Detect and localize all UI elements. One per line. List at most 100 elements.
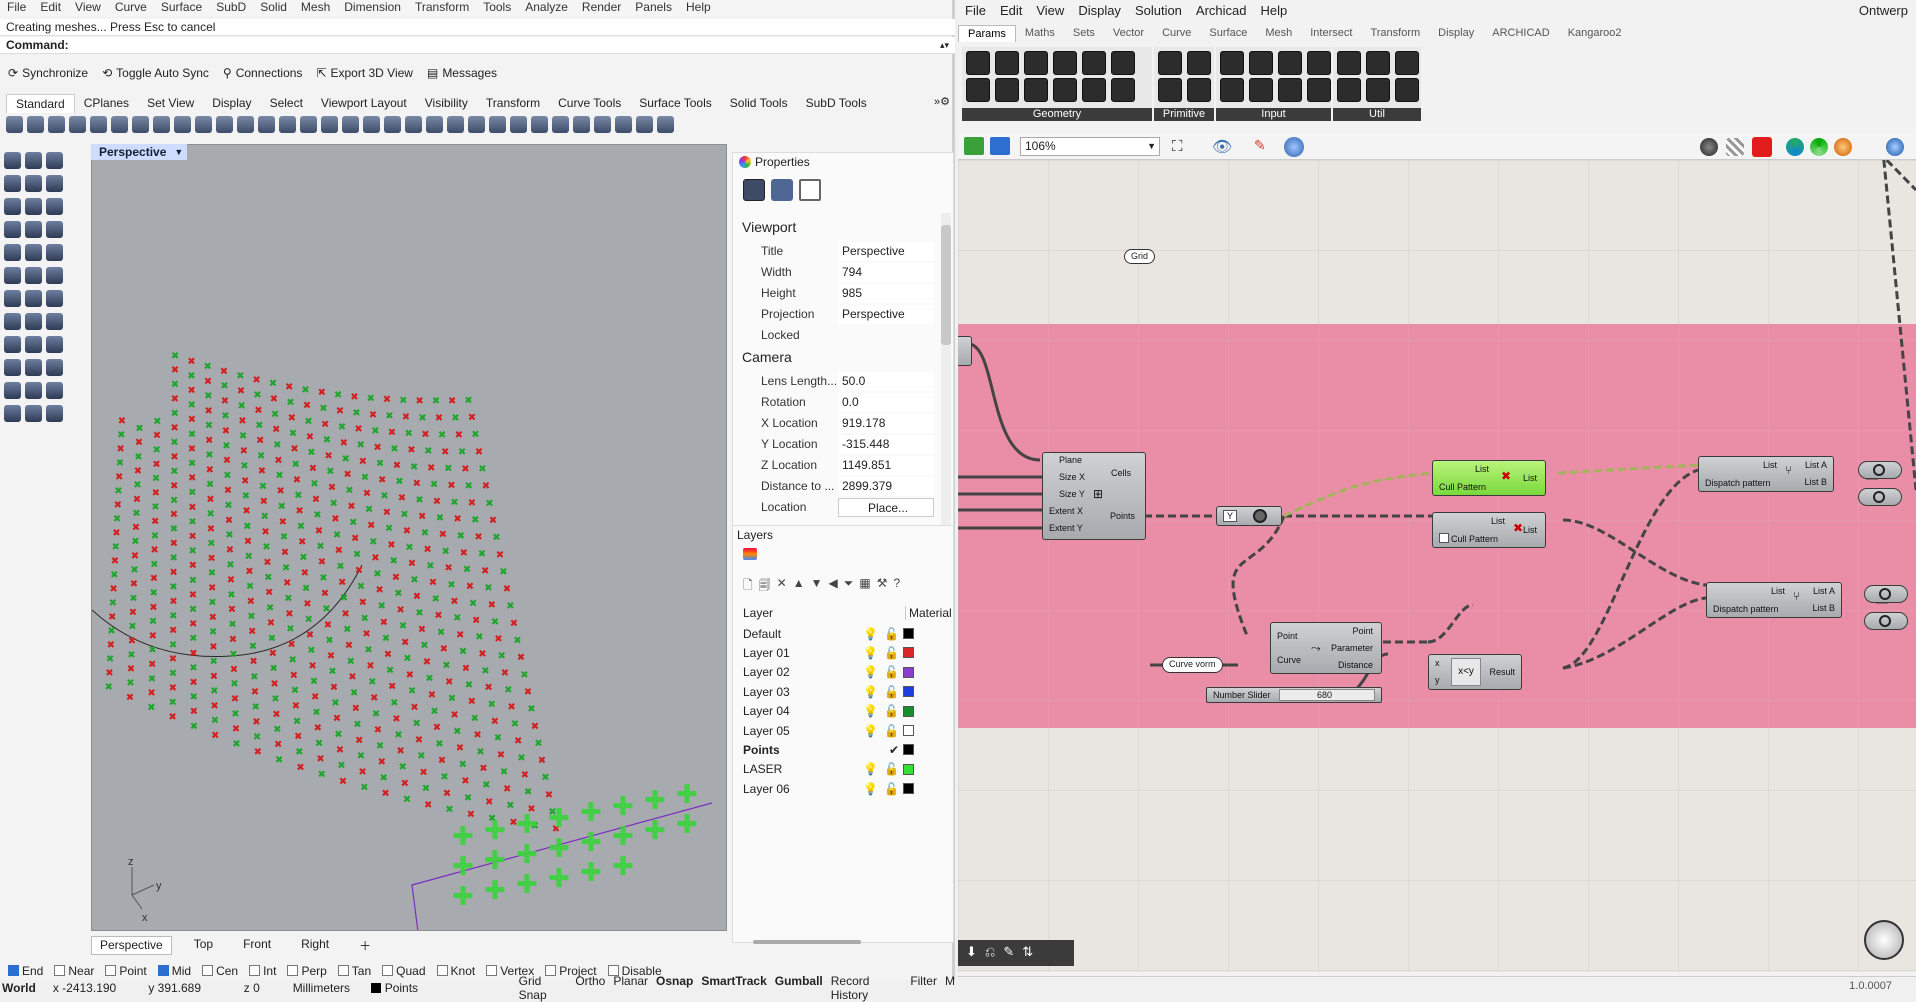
lock-icon[interactable]: 🔓 [884, 665, 899, 679]
left-tool-icon[interactable] [46, 175, 63, 192]
left-tool-icon[interactable] [25, 405, 42, 422]
viewport-title-tab[interactable]: Perspective ▼ [91, 144, 188, 160]
bulb-icon[interactable]: 💡 [863, 762, 878, 776]
gh-menu-display[interactable]: Display [1071, 3, 1128, 18]
lock-icon[interactable]: 🔓 [884, 704, 899, 718]
status-toggle-osnap[interactable]: Osnap [656, 974, 693, 1002]
zoom-extents-icon[interactable]: ⛶ [1172, 138, 1183, 155]
param-icon[interactable] [1307, 78, 1331, 102]
zoom-select[interactable]: 106% ▼ [1020, 137, 1160, 156]
param-icon[interactable] [966, 78, 990, 102]
toolbar-tool-icon[interactable] [636, 116, 653, 133]
param-icon[interactable] [1053, 51, 1077, 75]
tab-select[interactable]: Select [261, 94, 312, 113]
prop-value[interactable]: Perspective [838, 241, 934, 261]
layer-color-swatch[interactable] [903, 763, 914, 775]
param-icon[interactable] [1307, 51, 1331, 75]
move-left-icon[interactable]: ◀ [829, 576, 838, 597]
osnap-point[interactable]: Point [105, 964, 147, 978]
data-panel-1[interactable] [1858, 461, 1902, 479]
tab-standard[interactable]: Standard [6, 94, 75, 113]
layer-color-swatch[interactable] [903, 783, 914, 795]
status-toggle-record-history[interactable]: Record History [831, 974, 903, 1002]
gh-menu-solution[interactable]: Solution [1128, 3, 1189, 18]
command-scroll-icon[interactable]: ▴▾ [940, 37, 955, 53]
lock-icon[interactable]: 🔓 [884, 724, 899, 738]
left-tool-icon[interactable] [25, 221, 42, 238]
gh-menu-file[interactable]: File [958, 3, 993, 18]
param-icon[interactable] [1366, 51, 1390, 75]
toolbar-tool-icon[interactable] [468, 116, 485, 133]
left-tool-icon[interactable] [46, 313, 63, 330]
left-tool-icon[interactable] [25, 244, 42, 261]
layer-color-swatch[interactable] [903, 725, 914, 736]
param-icon[interactable] [1337, 51, 1361, 75]
left-tool-icon[interactable] [25, 359, 42, 376]
lock-icon[interactable]: 🔓 [884, 685, 899, 699]
menu-panels[interactable]: Panels [628, 0, 679, 16]
tools-icon[interactable]: ⚒ [877, 576, 888, 597]
tab-surface-tools[interactable]: Surface Tools [630, 94, 721, 113]
param-icon[interactable] [1395, 78, 1419, 102]
left-tool-icon[interactable] [46, 267, 63, 284]
gh-tab-kangaroo2[interactable]: Kangaroo2 [1559, 25, 1631, 42]
sketch-icon[interactable]: ✎ [1254, 137, 1266, 154]
osnap-perp[interactable]: Perp [287, 964, 327, 978]
toolbar-tool-icon[interactable] [594, 116, 611, 133]
osnap-int[interactable]: Int [249, 964, 276, 978]
left-tool-icon[interactable] [46, 244, 63, 261]
viewport-tab-front[interactable]: Front [235, 936, 279, 955]
param-y-component[interactable]: Y [1216, 506, 1282, 526]
connections-button[interactable]: ⚲ Connections [223, 66, 303, 80]
layer-row[interactable]: Default 💡 🔓 [733, 624, 953, 643]
toolbar-tool-icon[interactable] [384, 116, 401, 133]
gh-tab-surface[interactable]: Surface [1200, 25, 1256, 42]
toolbar-tool-icon[interactable] [447, 116, 464, 133]
properties-scrollbar[interactable] [941, 213, 951, 553]
toolbar-tool-icon[interactable] [69, 116, 86, 133]
layer-color-swatch[interactable] [903, 705, 914, 717]
left-tool-icon[interactable] [46, 382, 63, 399]
layer-color-swatch[interactable] [903, 666, 914, 678]
mesh-icon[interactable] [1786, 138, 1804, 156]
toolbar-tool-icon[interactable] [489, 116, 506, 133]
osnap-near[interactable]: Near [54, 964, 94, 978]
prop-value[interactable]: 985 [838, 283, 934, 303]
lock-icon[interactable]: 🔓 [884, 782, 899, 796]
gh-tab-vector[interactable]: Vector [1104, 25, 1153, 42]
left-tool-icon[interactable] [46, 336, 63, 353]
prop-value[interactable]: 794 [838, 262, 934, 282]
toolbar-tool-icon[interactable] [237, 116, 254, 133]
layer-state-icon[interactable]: ▦ [859, 576, 870, 597]
more-tabs-icon[interactable]: »⚙ [934, 95, 950, 108]
toolbar-tool-icon[interactable] [342, 116, 359, 133]
left-tool-icon[interactable] [25, 198, 42, 215]
disable-icon[interactable]: ⎌ [985, 944, 995, 962]
gh-document-name[interactable]: Ontwerp [1859, 3, 1908, 18]
prop-value[interactable]: Place... [838, 497, 934, 517]
move-up-icon[interactable]: ▲ [793, 576, 805, 597]
left-tool-icon[interactable] [25, 313, 42, 330]
perspective-viewport[interactable]: ✖ ✖ ✖ ✖ ✖ ✖ ✖ ✖ ✖ ✖ ✖ ✖ ✖ ✖ ✖ ✖ ✖ ✖ ✖ ✖ ✖ ✖ ✖ ✖ ✖ ✖ ✖ ✖ ✖ ✖ ✖ ✖ ✖ ✖ ✖ ✖ ✖ ✖ ✖ ✖… [91, 144, 727, 931]
left-tool-icon[interactable] [4, 175, 21, 192]
status-toggle-grid-snap[interactable]: Grid Snap [519, 974, 568, 1002]
toolbar-tool-icon[interactable] [321, 116, 338, 133]
osnap-checkbox[interactable] [287, 965, 299, 976]
toolbar-tool-icon[interactable] [426, 116, 443, 133]
lock-icon[interactable]: 🔓 [884, 646, 899, 660]
left-tool-icon[interactable] [46, 290, 63, 307]
osnap-checkbox[interactable] [8, 965, 19, 976]
shaded-icon[interactable] [1810, 138, 1828, 156]
toolbar-tool-icon[interactable] [132, 116, 149, 133]
param-icon[interactable] [1366, 78, 1390, 102]
left-tool-icon[interactable] [4, 198, 21, 215]
param-icon[interactable] [1082, 78, 1106, 102]
left-tool-icon[interactable] [25, 290, 42, 307]
layer-color-swatch[interactable] [903, 628, 914, 639]
status-toggle-filter[interactable]: Filter [910, 974, 937, 1002]
toolbar-tool-icon[interactable] [90, 116, 107, 133]
osnap-tan[interactable]: Tan [337, 964, 371, 978]
toolbar-tool-icon[interactable] [531, 116, 548, 133]
toolbar-tool-icon[interactable] [111, 116, 128, 133]
tab-subd-tools[interactable]: SubD Tools [797, 94, 876, 113]
